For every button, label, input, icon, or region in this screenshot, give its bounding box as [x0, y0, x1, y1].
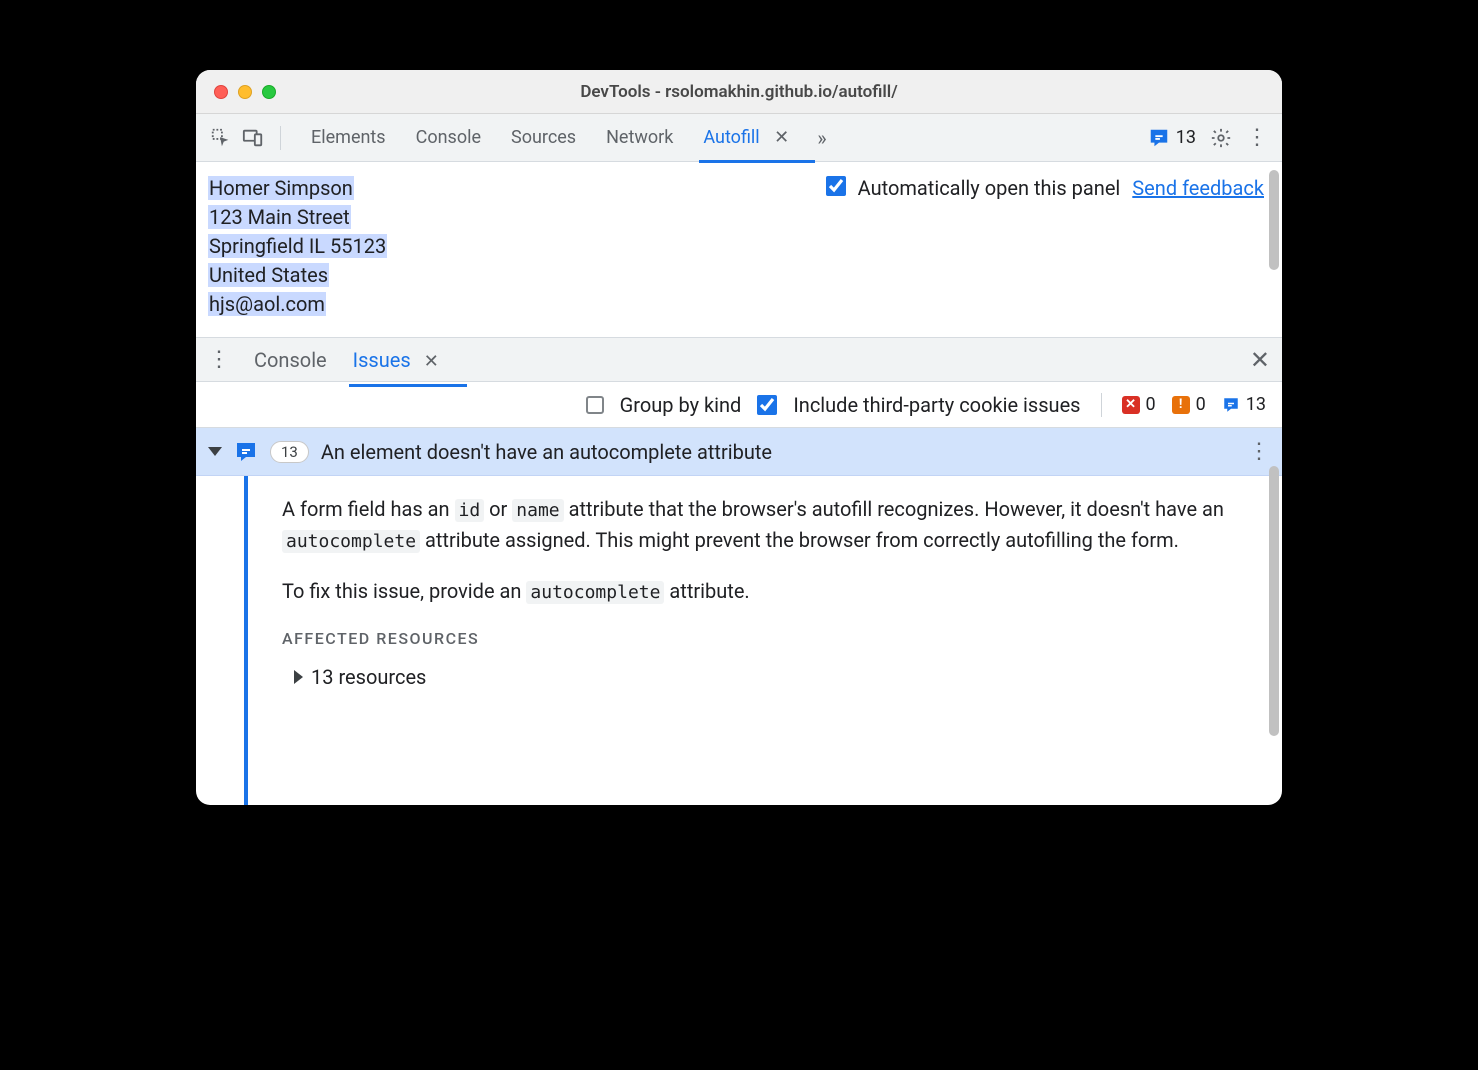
close-window-button[interactable] [214, 85, 228, 99]
main-toolbar: Elements Console Sources Network Autofil… [196, 114, 1282, 162]
tab-network[interactable]: Network [604, 117, 675, 158]
code-id: id [455, 499, 485, 522]
main-tabs: Elements Console Sources Network Autofil… [291, 117, 1144, 158]
issue-more-icon[interactable]: ⋮ [1248, 439, 1270, 464]
settings-icon[interactable] [1210, 127, 1232, 149]
devtools-window: DevTools - rsolomakhin.github.io/autofil… [196, 70, 1282, 805]
close-tab-icon[interactable]: ✕ [774, 127, 789, 148]
expand-resources-icon[interactable] [294, 670, 303, 684]
error-icon: ✕ [1122, 396, 1140, 414]
code-autocomplete: autocomplete [526, 581, 664, 604]
info-icon [1222, 396, 1240, 414]
device-toolbar-icon[interactable] [242, 127, 264, 149]
issues-icon [1148, 127, 1170, 149]
warning-counter[interactable]: ! 0 [1172, 394, 1206, 415]
error-counter[interactable]: ✕ 0 [1122, 394, 1156, 415]
warning-icon: ! [1172, 396, 1190, 414]
error-count: 0 [1146, 394, 1156, 415]
info-counter[interactable]: 13 [1222, 394, 1266, 415]
info-count: 13 [1246, 394, 1266, 415]
autofill-panel: Homer Simpson 123 Main Street Springfiel… [196, 162, 1282, 338]
tab-autofill-label: Autofill [703, 127, 759, 148]
scrollbar[interactable] [1269, 466, 1279, 736]
drawer-header: ⋮ Console Issues ✕ ✕ [196, 338, 1282, 382]
more-options-icon[interactable]: ⋮ [1246, 125, 1268, 150]
affected-resources-heading: AFFECTED RESOURCES [282, 627, 1252, 652]
group-by-kind-checkbox[interactable] [586, 396, 604, 414]
issues-filter-bar: Group by kind Include third-party cookie… [196, 382, 1282, 428]
titlebar: DevTools - rsolomakhin.github.io/autofil… [196, 70, 1282, 114]
autofill-line: hjs@aol.com [208, 292, 326, 316]
tab-console[interactable]: Console [414, 117, 483, 158]
traffic-lights [214, 85, 276, 99]
issues-count: 13 [1176, 127, 1196, 148]
resources-label: 13 resources [311, 662, 426, 693]
autofill-line: United States [208, 263, 329, 287]
tab-elements[interactable]: Elements [309, 117, 388, 158]
autofill-preview: Homer Simpson 123 Main Street Springfiel… [208, 174, 387, 319]
inspect-element-icon[interactable] [210, 127, 232, 149]
issues-badge[interactable]: 13 [1148, 127, 1196, 149]
tab-sources[interactable]: Sources [509, 117, 578, 158]
issue-kind-icon [234, 440, 258, 464]
issue-title: An element doesn't have an autocomplete … [321, 440, 772, 464]
include-third-party-label: Include third-party cookie issues [793, 393, 1080, 417]
warning-count: 0 [1196, 394, 1206, 415]
separator [1101, 393, 1102, 417]
separator [280, 126, 281, 150]
minimize-window-button[interactable] [238, 85, 252, 99]
drawer-more-icon[interactable]: ⋮ [208, 347, 230, 372]
issue-description-2: To fix this issue, provide an autocomple… [282, 576, 1252, 607]
window-title: DevTools - rsolomakhin.github.io/autofil… [196, 82, 1282, 102]
autofill-line: Homer Simpson [208, 176, 354, 200]
drawer-tab-issues-label: Issues [353, 348, 411, 372]
auto-open-checkbox[interactable] [826, 176, 846, 196]
group-by-kind-label: Group by kind [620, 393, 742, 417]
include-third-party-checkbox[interactable] [757, 395, 777, 415]
issue-count-pill: 13 [270, 441, 309, 463]
autofill-line: Springfield IL 55123 [208, 234, 387, 258]
drawer-tab-console[interactable]: Console [252, 340, 329, 380]
code-name: name [512, 499, 563, 522]
issue-details: A form field has an id or name attribute… [196, 476, 1282, 805]
send-feedback-link[interactable]: Send feedback [1132, 176, 1264, 200]
scrollbar[interactable] [1269, 170, 1279, 270]
code-autocomplete: autocomplete [282, 530, 420, 553]
issue-description-1: A form field has an id or name attribute… [282, 494, 1252, 556]
close-drawer-tab-icon[interactable]: ✕ [424, 351, 439, 372]
expand-issue-icon[interactable] [208, 447, 222, 456]
autofill-line: 123 Main Street [208, 205, 351, 229]
more-tabs-icon[interactable]: » [817, 126, 826, 150]
drawer-tab-issues[interactable]: Issues ✕ [351, 340, 441, 380]
tab-autofill[interactable]: Autofill ✕ [701, 117, 791, 158]
resources-row[interactable]: 13 resources [282, 662, 1252, 693]
issue-row[interactable]: 13 An element doesn't have an autocomple… [196, 428, 1282, 476]
close-drawer-icon[interactable]: ✕ [1250, 346, 1270, 374]
auto-open-label: Automatically open this panel [858, 176, 1121, 200]
maximize-window-button[interactable] [262, 85, 276, 99]
